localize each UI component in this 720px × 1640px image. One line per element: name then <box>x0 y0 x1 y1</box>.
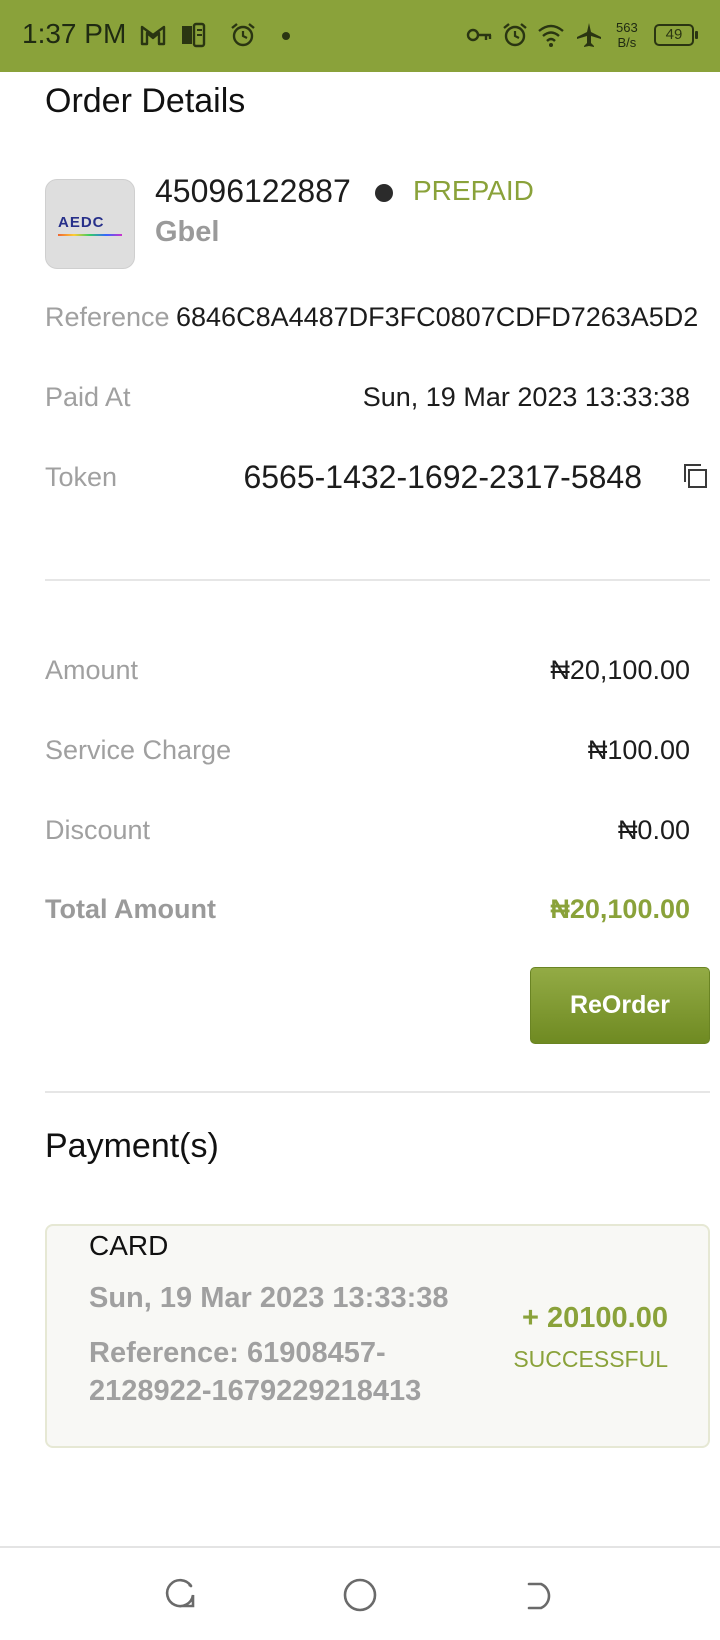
alarm-icon <box>231 23 255 47</box>
token-label: Token <box>45 462 118 492</box>
system-nav-bar <box>0 1546 720 1640</box>
service-charge-value: ₦100.00 <box>587 735 690 765</box>
airplane-icon <box>577 23 601 47</box>
paid-at-label: Paid At <box>45 382 131 412</box>
discount-label: Discount <box>45 815 151 845</box>
total-amount-value: ₦20,100.00 <box>550 894 690 924</box>
provider-name: Gbel <box>155 216 220 248</box>
payment-card[interactable]: CARD Sun, 19 Mar 2023 13:33:38 Reference… <box>45 1224 710 1448</box>
amount-value: ₦20,100.00 <box>550 655 690 685</box>
notes-icon <box>182 22 206 48</box>
more-notifications-dot <box>282 32 290 40</box>
payment-reference: Reference: 61908457-2128922-167922921841… <box>89 1337 422 1407</box>
reorder-button-label: ReOrder <box>569 991 671 1019</box>
payment-status: SUCCESSFUL <box>513 1346 668 1372</box>
reference-label: Reference <box>45 302 170 332</box>
status-time: 1:37 PM <box>22 18 127 49</box>
status-bar: 1:37 PM 563 B/s 49 <box>0 0 720 72</box>
logo-stripe <box>58 234 122 236</box>
meter-number: 45096122887 <box>155 173 351 209</box>
discount-value: ₦0.00 <box>617 815 690 845</box>
meter-type-badge: PREPAID <box>413 175 534 206</box>
payment-method: CARD <box>89 1230 169 1261</box>
payment-amount: + 20100.00 <box>522 1302 668 1334</box>
vpn-key-icon <box>466 28 492 42</box>
divider <box>45 1091 710 1093</box>
reorder-button[interactable]: ReOrder <box>530 967 710 1044</box>
recent-apps-icon[interactable] <box>161 1576 199 1614</box>
service-charge-label: Service Charge <box>45 735 232 765</box>
amount-label: Amount <box>45 655 139 685</box>
token-value: 6565-1432-1692-2317-5848 <box>243 459 642 495</box>
network-rate: 563 B/s <box>616 20 638 50</box>
page-title: Order Details <box>45 82 246 120</box>
paid-at-value: Sun, 19 Mar 2023 13:33:38 <box>362 382 690 412</box>
battery-icon: 49 <box>654 24 698 46</box>
alarm-icon <box>503 23 527 47</box>
separator-dot <box>375 184 393 202</box>
divider <box>45 579 710 581</box>
total-amount-label: Total Amount <box>45 894 216 924</box>
payment-date: Sun, 19 Mar 2023 13:33:38 <box>89 1282 449 1314</box>
provider-logo-text: AEDC <box>58 214 105 231</box>
wifi-icon <box>538 24 564 47</box>
home-icon[interactable] <box>341 1576 379 1614</box>
gmail-icon <box>140 25 166 46</box>
back-icon[interactable] <box>521 1576 559 1614</box>
reference-value: 6846C8A4487DF3FC0807CDFD7263A5D2 <box>176 302 699 332</box>
provider-logo: AEDC <box>45 179 135 269</box>
payments-title: Payment(s) <box>45 1127 219 1165</box>
copy-icon[interactable] <box>680 461 710 491</box>
